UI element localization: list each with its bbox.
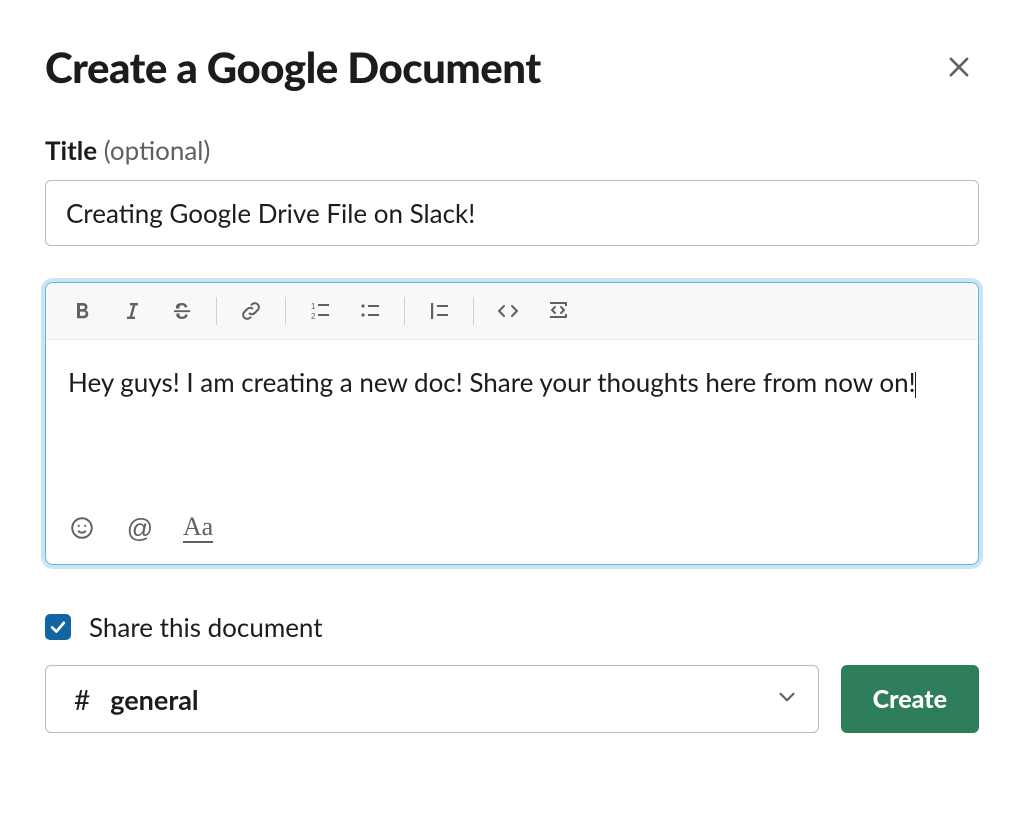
svg-text:2: 2 [311,312,316,321]
create-google-doc-modal: Create a Google Document Title (optional… [0,0,1024,773]
strikethrough-icon [170,299,194,323]
editor-toolbar: 12 [46,283,978,340]
bullet-list-icon [358,299,382,323]
channel-name: general [110,683,773,716]
blockquote-icon [427,299,451,323]
code-block-icon [546,299,570,323]
text-cursor [915,372,916,398]
emoji-button[interactable] [64,510,100,546]
hash-icon: # [74,682,90,716]
title-input[interactable] [45,180,979,246]
italic-icon [120,299,144,323]
channel-select[interactable]: # general [45,665,819,733]
close-button[interactable] [939,47,979,87]
mention-button[interactable]: @ [122,510,158,546]
share-row: Share this document [45,611,979,643]
bold-icon [70,299,94,323]
svg-text:1: 1 [311,302,316,311]
chevron-down-icon [774,684,800,714]
toolbar-separator [216,297,217,325]
modal-header: Create a Google Document [45,42,979,92]
title-label-text: Title [45,134,97,166]
close-icon [945,53,973,81]
format-toggle-button[interactable]: Aa [180,510,216,546]
share-label: Share this document [89,611,323,643]
strikethrough-button[interactable] [160,293,204,329]
link-button[interactable] [229,293,273,329]
create-button[interactable]: Create [841,665,979,733]
ordered-list-button[interactable]: 12 [298,293,342,329]
blockquote-button[interactable] [417,293,461,329]
title-label-optional: (optional) [104,134,211,166]
check-icon [48,617,68,637]
format-icon: Aa [183,514,213,543]
ordered-list-icon: 12 [308,299,332,323]
rich-text-editor: 12 Hey guys! I am creating a new doc! Sh… [45,282,979,565]
toolbar-separator [473,297,474,325]
bold-button[interactable] [60,293,104,329]
link-icon [239,299,263,323]
modal-title: Create a Google Document [45,42,541,92]
share-checkbox[interactable] [45,614,71,640]
bottom-row: # general Create [45,665,979,733]
toolbar-separator [285,297,286,325]
emoji-icon [69,515,95,541]
bullet-list-button[interactable] [348,293,392,329]
code-block-button[interactable] [536,293,580,329]
editor-text: Hey guys! I am creating a new doc! Share… [68,366,916,398]
toolbar-separator [404,297,405,325]
code-button[interactable] [486,293,530,329]
editor-body[interactable]: Hey guys! I am creating a new doc! Share… [46,340,978,500]
editor-footer: @ Aa [46,500,978,564]
code-icon [496,299,520,323]
title-field-label: Title (optional) [45,134,979,166]
italic-button[interactable] [110,293,154,329]
